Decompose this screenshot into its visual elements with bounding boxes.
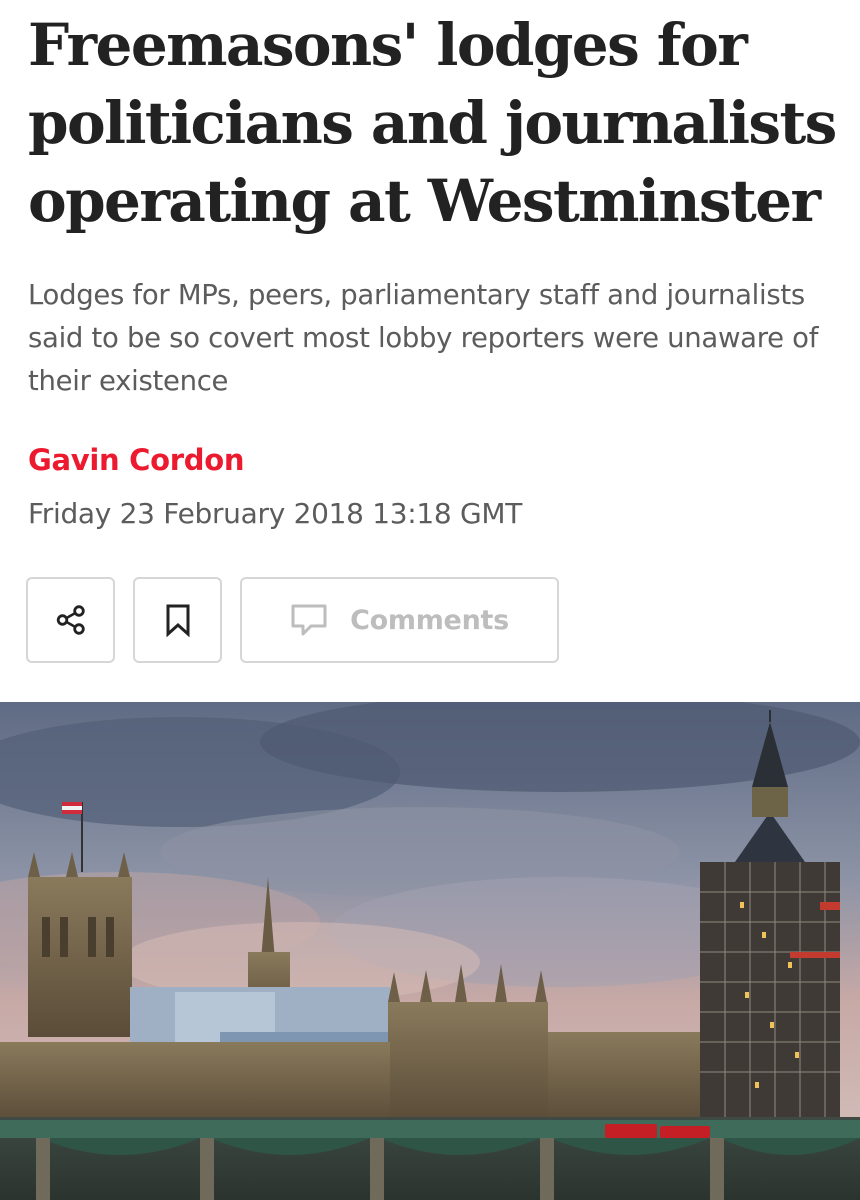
article-standfirst: Lodges for MPs, peers, parliamentary sta…: [28, 279, 819, 397]
publish-date: Friday 23 February 2018 13:18 GMT: [28, 497, 523, 530]
hero-image: [0, 702, 860, 1200]
article-headline: Freemasons' lodges for politicians and j…: [28, 11, 837, 235]
share-icon: [54, 603, 88, 637]
speech-bubble-icon: [290, 603, 328, 637]
comments-label: Comments: [350, 604, 509, 636]
bookmark-button[interactable]: [133, 577, 222, 663]
comments-button[interactable]: Comments: [240, 577, 559, 663]
bookmark-icon: [163, 603, 193, 637]
author-link[interactable]: Gavin Cordon: [28, 440, 245, 480]
share-button[interactable]: [26, 577, 115, 663]
